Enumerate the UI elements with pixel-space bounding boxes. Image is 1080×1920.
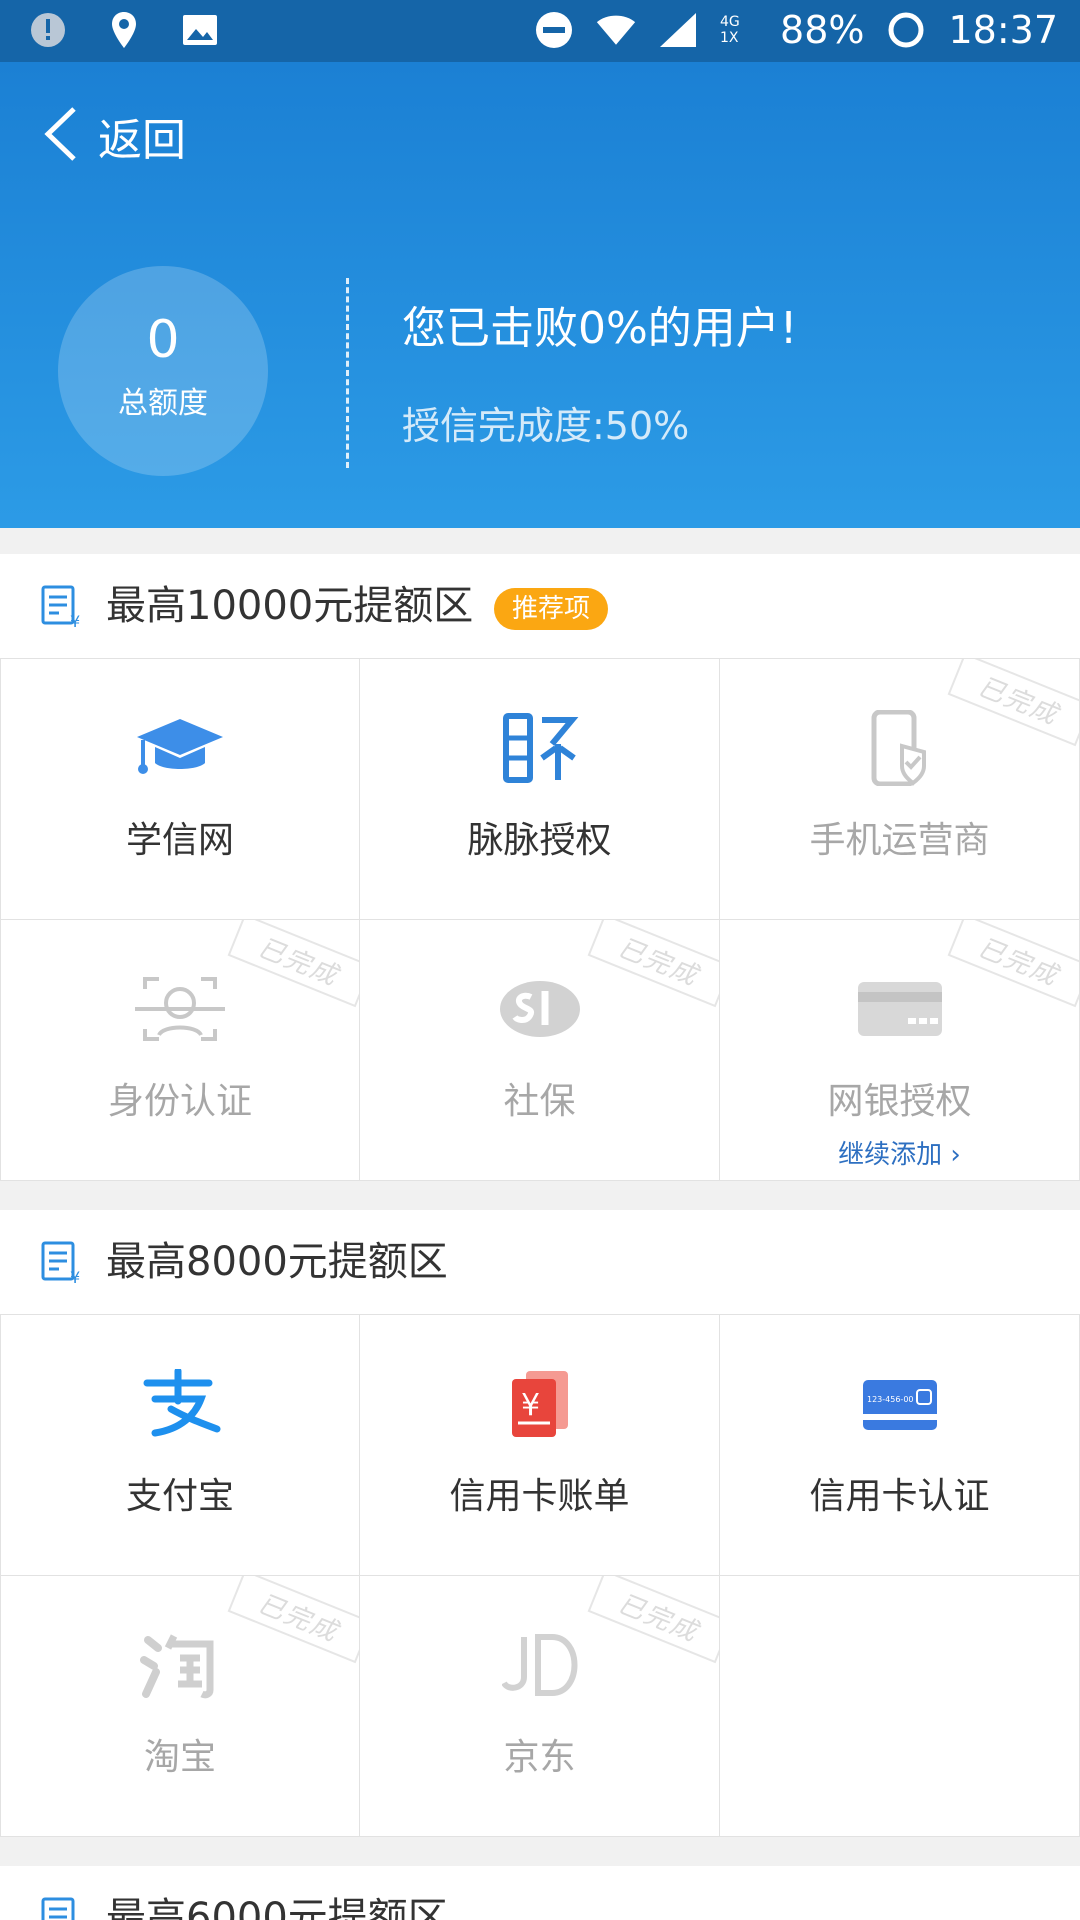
auth-item-credit-bill[interactable]: ¥ 信用卡账单 [360, 1315, 720, 1576]
auth-item-label: 信用卡认证 [809, 1476, 990, 1517]
completed-stamp: 已完成 [227, 920, 359, 1008]
recommended-badge: 推荐项 [494, 588, 609, 630]
svg-text:¥: ¥ [521, 1388, 540, 1423]
completed-stamp: 已完成 [587, 1576, 719, 1664]
section-8000: ¥ 最高8000元提额区 支付宝 ¥ 信用卡账单 123-456-00 信用卡认… [0, 1210, 1080, 1837]
auth-item-social-security[interactable]: 已完成 社保 [360, 920, 720, 1181]
back-button[interactable]: 返回 [44, 104, 186, 168]
completed-stamp: 已完成 [587, 920, 719, 1008]
auth-item-label: 淘宝 [143, 1737, 216, 1778]
document-yuan-icon [40, 1896, 84, 1920]
auth-grid: 学信网 脉脉授权 已完成 手机运营商 已完成 身份认证 已完成 社保 已完成 网… [0, 659, 1080, 1181]
total-amount-value: 0 [146, 310, 180, 370]
status-bar: 4G 1X 88% 18:37 [0, 0, 1080, 62]
auth-item-jd[interactable]: 已完成 京东 [360, 1576, 720, 1837]
battery-ring-icon [886, 10, 926, 50]
continue-add-link[interactable]: 继续添加 › [720, 1134, 1079, 1171]
credit-card-icon: 123-456-00 [852, 1361, 948, 1447]
credit-bill-icon: ¥ [492, 1361, 588, 1447]
auth-item-label: 网银授权 [827, 1081, 972, 1122]
svg-text:¥: ¥ [70, 612, 80, 628]
credit-progress-text: 授信完成度:50% [402, 404, 690, 448]
chevron-left-icon [44, 107, 78, 165]
svg-text:123-456-00: 123-456-00 [867, 1395, 914, 1404]
auth-item-phone-carrier[interactable]: 已完成 手机运营商 [720, 659, 1080, 920]
graduation-cap-icon [132, 705, 228, 791]
completed-stamp: 已完成 [947, 659, 1079, 747]
face-scan-icon [132, 966, 228, 1052]
auth-item-credit-card[interactable]: 123-456-00 信用卡认证 [720, 1315, 1080, 1576]
location-icon [104, 10, 144, 50]
auth-item-label: 京东 [503, 1737, 576, 1778]
bank-card-icon [852, 966, 948, 1052]
clock: 18:37 [948, 8, 1058, 52]
section-header: ¥ 最高8000元提额区 [0, 1210, 1080, 1315]
section-10000: ¥ 最高10000元提额区 推荐项 学信网 脉脉授权 已完成 手机运营商 已完成 [0, 554, 1080, 1181]
completed-stamp: 已完成 [227, 1576, 359, 1664]
alipay-icon [132, 1361, 228, 1447]
svg-text:¥: ¥ [70, 1268, 80, 1284]
phone-shield-icon [852, 705, 948, 791]
section-header: 最高6000元提额区 [0, 1866, 1080, 1920]
auth-item-maimai[interactable]: 脉脉授权 [360, 659, 720, 920]
total-amount-label: 总额度 [118, 386, 208, 421]
network-type: 4G 1X [720, 14, 740, 46]
dashed-divider [346, 278, 349, 468]
taobao-icon [132, 1622, 228, 1708]
back-label: 返回 [98, 115, 186, 166]
image-icon [180, 10, 220, 50]
section-title: 最高8000元提额区 [106, 1239, 448, 1285]
auth-item-netbank[interactable]: 已完成 网银授权 继续添加 › [720, 920, 1080, 1181]
section-title: 最高10000元提额区 [106, 583, 474, 629]
auth-item-label: 支付宝 [125, 1476, 234, 1517]
do-not-disturb-icon [534, 10, 574, 50]
auth-item-label: 信用卡账单 [449, 1476, 630, 1517]
maimai-icon [492, 705, 588, 791]
wifi-icon [596, 10, 636, 50]
auth-grid: 支付宝 ¥ 信用卡账单 123-456-00 信用卡认证 已完成 淘宝 已完成 [0, 1315, 1080, 1837]
auth-item-label: 身份认证 [107, 1081, 252, 1122]
beat-users-text: 您已击败0%的用户! [402, 303, 798, 354]
auth-item-alipay[interactable]: 支付宝 [0, 1315, 360, 1576]
document-yuan-icon: ¥ [40, 584, 84, 631]
empty-cell [720, 1576, 1080, 1837]
auth-item-label: 社保 [503, 1081, 576, 1122]
jd-icon [492, 1622, 588, 1708]
auth-item-xuexin[interactable]: 学信网 [0, 659, 360, 920]
signal-icon [658, 10, 698, 50]
social-security-icon [492, 966, 588, 1052]
auth-item-label: 手机运营商 [809, 820, 990, 861]
auth-item-label: 脉脉授权 [467, 820, 612, 861]
auth-item-identity[interactable]: 已完成 身份认证 [0, 920, 360, 1181]
battery-level: 88% [780, 8, 865, 52]
auth-item-taobao[interactable]: 已完成 淘宝 [0, 1576, 360, 1837]
section-header: ¥ 最高10000元提额区 推荐项 [0, 554, 1080, 659]
total-amount-circle: 0 总额度 [58, 266, 268, 476]
alert-icon [28, 10, 68, 50]
document-yuan-icon: ¥ [40, 1240, 84, 1287]
section-6000: 最高6000元提额区 [0, 1866, 1080, 1920]
completed-stamp: 已完成 [947, 920, 1079, 1008]
auth-item-label: 学信网 [125, 820, 234, 861]
credit-header: 返回 0 总额度 您已击败0%的用户! 授信完成度:50% [0, 62, 1080, 528]
section-title: 最高6000元提额区 [106, 1895, 448, 1920]
